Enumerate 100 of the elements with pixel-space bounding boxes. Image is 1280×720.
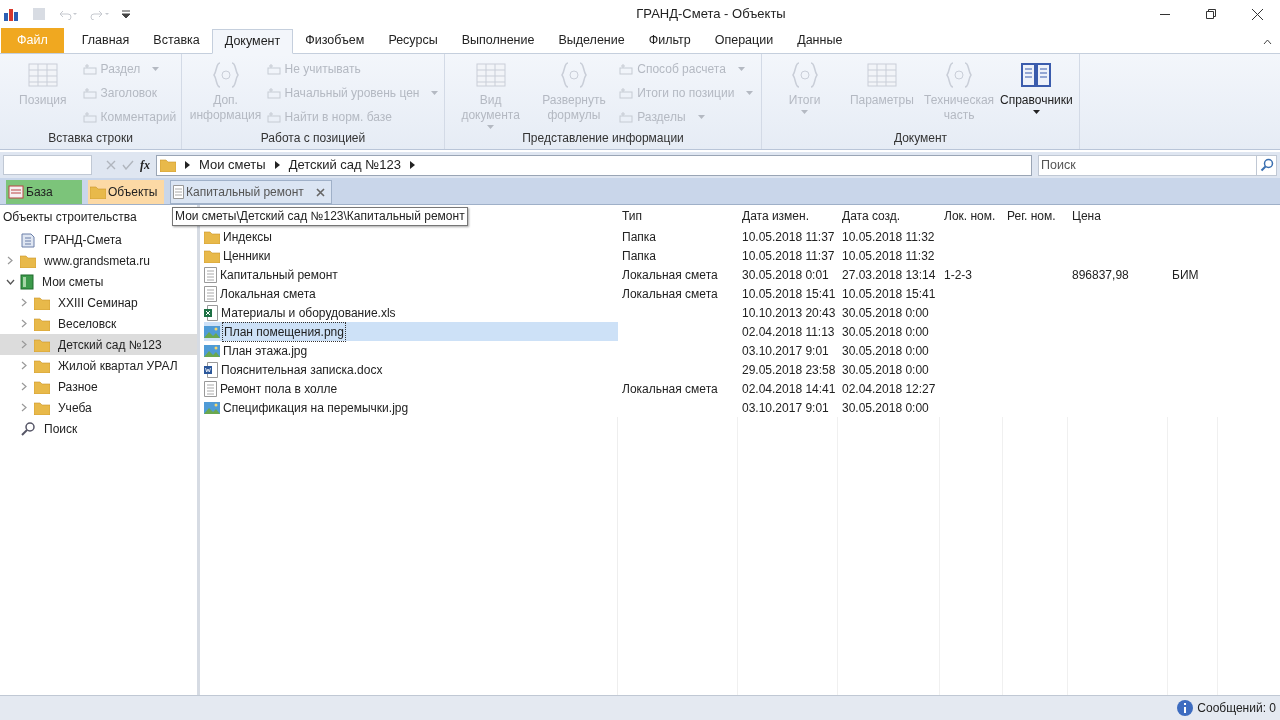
- tree-item-label: Поиск: [44, 420, 78, 438]
- column-header[interactable]: Лок. ном.: [940, 207, 1003, 225]
- table-cell: Папка: [622, 248, 656, 263]
- document-tab[interactable]: Капитальный ремонт: [170, 180, 332, 204]
- table-row[interactable]: Пояснительная записка.docx: [204, 360, 618, 379]
- table-cell: 03.10.2017 9:01: [742, 343, 829, 358]
- table-cell: 29.05.2018 23:58: [742, 362, 836, 377]
- table-row[interactable]: Ремонт пола в холле: [204, 379, 618, 398]
- book-icon: [20, 273, 34, 290]
- row-insert-icon: [619, 86, 634, 99]
- file-name: План этажа.jpg: [222, 342, 309, 360]
- folder-icon: [34, 358, 50, 373]
- table-cell: 30.05.2018 0:00: [842, 305, 929, 320]
- column-header[interactable]: Дата созд.: [838, 207, 940, 225]
- tree-item[interactable]: Детский сад №123: [0, 334, 197, 355]
- chevron-right-icon[interactable]: [21, 319, 27, 328]
- tree-item[interactable]: Учеба: [0, 397, 197, 418]
- tree-item[interactable]: XXIII Семинар: [0, 292, 197, 313]
- collapse-ribbon-icon[interactable]: [1263, 39, 1272, 45]
- check-icon[interactable]: [122, 160, 134, 170]
- table-row[interactable]: Спецификация на перемычки.jpg: [204, 398, 618, 417]
- ribbon-tab[interactable]: Вставка: [141, 28, 212, 53]
- tree-item-label: ГРАНД-Смета: [44, 231, 122, 249]
- column-header[interactable]: Цена: [1068, 207, 1168, 225]
- customize-icon[interactable]: [122, 10, 130, 18]
- tree-item[interactable]: Мои сметы: [0, 271, 197, 292]
- caret-icon: [487, 125, 495, 129]
- table-row[interactable]: Капитальный ремонт: [204, 265, 618, 284]
- search-field[interactable]: Поиск: [1038, 154, 1257, 176]
- row-insert-icon: [82, 86, 97, 99]
- table-cell: Локальная смета: [622, 381, 718, 396]
- ribbon-tab[interactable]: Главная: [69, 28, 142, 53]
- caret-icon: [152, 66, 160, 71]
- ribbon-group-title: Документ: [892, 130, 949, 147]
- ribbon-tab[interactable]: Документ: [211, 29, 294, 54]
- folder-icon: [34, 295, 50, 310]
- messages-count: Сообщений: 0: [1197, 700, 1276, 717]
- breadcrumb-arrow-icon[interactable]: [409, 161, 415, 169]
- ribbon-tab[interactable]: Операции: [702, 28, 786, 53]
- file-name: План помещения.png: [222, 321, 346, 342]
- info-icon: [1177, 700, 1194, 716]
- column-header[interactable]: Рег. ном.: [1003, 207, 1068, 225]
- column-header[interactable]: Дата измен.: [738, 207, 838, 225]
- tree-item-label: Учеба: [58, 399, 92, 417]
- table-cell: 02.04.2018 12:27: [842, 381, 936, 396]
- breadcrumb-arrow-icon[interactable]: [274, 161, 280, 169]
- cell-field[interactable]: [3, 155, 92, 175]
- chevron-right-icon[interactable]: [21, 361, 27, 370]
- tree-item[interactable]: Веселовск: [0, 313, 197, 334]
- ribbon-tab[interactable]: Фильтр: [636, 28, 703, 53]
- chevron-right-icon[interactable]: [21, 340, 27, 349]
- search-button[interactable]: [1257, 154, 1277, 176]
- tree-item-label: Разное: [58, 378, 98, 396]
- ribbon-group-title: Вставка строки: [47, 130, 134, 147]
- chevron-right-icon[interactable]: [7, 256, 13, 265]
- ribbon-tab[interactable]: Выделение: [546, 28, 637, 53]
- database-icon: [20, 231, 36, 248]
- breadcrumb-item[interactable]: Мои сметы: [199, 155, 266, 175]
- folder-icon: [34, 337, 50, 352]
- ribbon-tab[interactable]: Выполнение: [449, 28, 547, 53]
- tree-item[interactable]: www.grandsmeta.ru: [0, 250, 197, 271]
- restore-icon: [1206, 9, 1216, 19]
- table-row[interactable]: Материалы и оборудование.xls: [204, 303, 618, 322]
- tree-item[interactable]: ГРАНД-Смета: [0, 229, 197, 250]
- spreadsheet-icon: [204, 304, 218, 321]
- caret-icon: [431, 90, 439, 95]
- table-cell: 30.05.2018 0:00: [842, 324, 929, 339]
- column-header[interactable]: Тип: [618, 207, 738, 225]
- function-button[interactable]: fx: [140, 156, 150, 174]
- ribbon-tab[interactable]: Данные: [785, 28, 855, 53]
- ribbon-large-button[interactable]: Справочники: [998, 57, 1075, 129]
- tree-item[interactable]: Жилой квартал УРАЛ: [0, 355, 197, 376]
- breadcrumb-arrow-icon[interactable]: [185, 161, 190, 169]
- address-field[interactable]: Мои сметы Детский сад №123: [156, 154, 1032, 176]
- chevron-down-icon[interactable]: [5, 278, 15, 285]
- table-cell: 10.10.2013 20:43: [742, 305, 836, 320]
- table-row[interactable]: План этажа.jpg: [204, 341, 618, 360]
- table-cell: 30.05.2018 0:01: [742, 267, 829, 282]
- file-name: Спецификация на перемычки.jpg: [222, 399, 410, 417]
- table-row[interactable]: Локальная смета: [204, 284, 618, 303]
- close-tab-icon[interactable]: [315, 187, 325, 197]
- breadcrumb-item[interactable]: Детский сад №123: [288, 155, 401, 175]
- document-tab[interactable]: Объекты: [88, 180, 164, 204]
- tree-item[interactable]: Поиск: [0, 418, 197, 439]
- document-tab[interactable]: База: [6, 180, 82, 204]
- table-row[interactable]: Ценники: [204, 246, 618, 265]
- tree-item[interactable]: Разное: [0, 376, 197, 397]
- table-cell: Локальная смета: [622, 267, 718, 282]
- table-row[interactable]: План помещения.png: [204, 322, 618, 341]
- document-icon: [173, 185, 184, 199]
- cancel-icon[interactable]: [106, 160, 116, 170]
- chevron-right-icon[interactable]: [21, 298, 27, 307]
- redo-icon[interactable]: [90, 8, 110, 20]
- folder-icon: [34, 400, 50, 415]
- ribbon-tab[interactable]: Физобъем: [293, 28, 377, 53]
- ribbon-tab[interactable]: Ресурсы: [376, 28, 450, 53]
- table-row[interactable]: Индексы: [204, 227, 618, 246]
- chevron-right-icon[interactable]: [21, 403, 27, 412]
- undo-icon[interactable]: [58, 8, 78, 20]
- chevron-right-icon[interactable]: [21, 382, 27, 391]
